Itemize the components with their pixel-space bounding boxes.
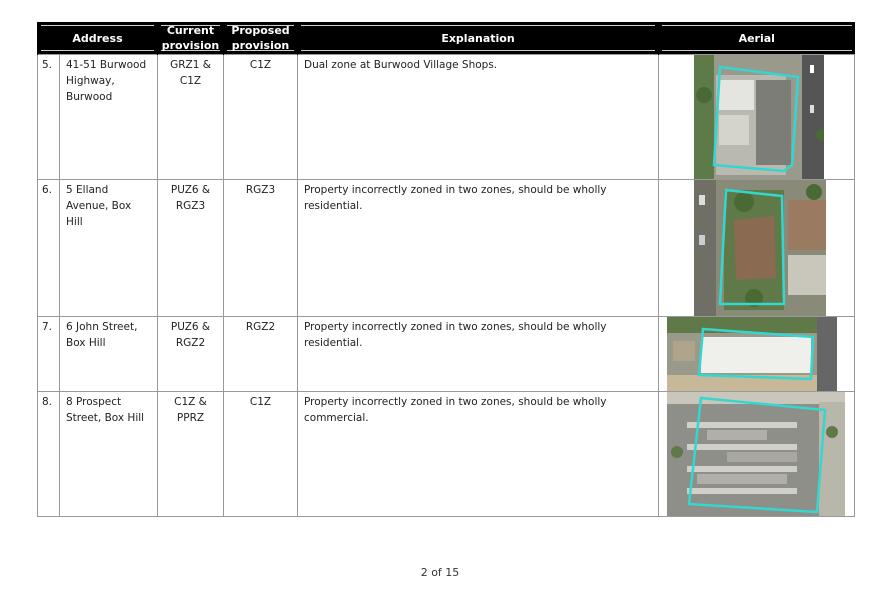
row-proposed-provision: RGZ2	[223, 316, 298, 392]
page-number: 2 of 15	[420, 566, 460, 579]
aerial-photo-john	[667, 317, 837, 391]
row-address: 41-51 Burwood Highway, Burwood	[59, 54, 158, 180]
row-address: 6 John Street, Box Hill	[59, 316, 158, 392]
row-explanation: Property incorrectly zoned in two zones,…	[297, 391, 659, 517]
row-proposed-provision: C1Z	[223, 391, 298, 517]
table-row: 7. 6 John Street, Box Hill PUZ6 & RGZ2 R…	[37, 316, 855, 392]
row-number: 6.	[37, 179, 60, 317]
aerial-photo-prospect	[667, 392, 845, 516]
table-row: 6. 5 Elland Avenue, Box Hill PUZ6 & RGZ3…	[37, 179, 855, 317]
header-explanation: Explanation	[297, 22, 659, 55]
table-row: 5. 41-51 Burwood Highway, Burwood GRZ1 &…	[37, 54, 855, 180]
header-aerial: Aerial	[658, 22, 855, 55]
zoning-table: Address Current provision Proposed provi…	[37, 22, 855, 517]
header-proposed-provision: Proposed provision	[223, 22, 298, 55]
row-proposed-provision: C1Z	[223, 54, 298, 180]
row-explanation: Property incorrectly zoned in two zones,…	[297, 316, 659, 392]
row-number: 5.	[37, 54, 60, 180]
aerial-photo-burwood	[694, 55, 824, 179]
row-address: 8 Prospect Street, Box Hill	[59, 391, 158, 517]
row-number: 8.	[37, 391, 60, 517]
table-header-row: Address Current provision Proposed provi…	[37, 22, 855, 55]
row-explanation: Property incorrectly zoned in two zones,…	[297, 179, 659, 317]
aerial-photo-elland	[694, 180, 826, 316]
row-current-provision: GRZ1 & C1Z	[157, 54, 224, 180]
row-current-provision: PUZ6 & RGZ3	[157, 179, 224, 317]
row-number: 7.	[37, 316, 60, 392]
row-proposed-provision: RGZ3	[223, 179, 298, 317]
row-aerial	[658, 179, 855, 317]
row-explanation: Dual zone at Burwood Village Shops.	[297, 54, 659, 180]
row-current-provision: PUZ6 & RGZ2	[157, 316, 224, 392]
row-aerial	[658, 54, 855, 180]
table-row: 8. 8 Prospect Street, Box Hill C1Z & PPR…	[37, 391, 855, 517]
row-address: 5 Elland Avenue, Box Hill	[59, 179, 158, 317]
header-address: Address	[37, 22, 158, 55]
row-aerial	[658, 316, 855, 392]
header-current-provision: Current provision	[157, 22, 224, 55]
row-aerial	[658, 391, 855, 517]
row-current-provision: C1Z & PPRZ	[157, 391, 224, 517]
